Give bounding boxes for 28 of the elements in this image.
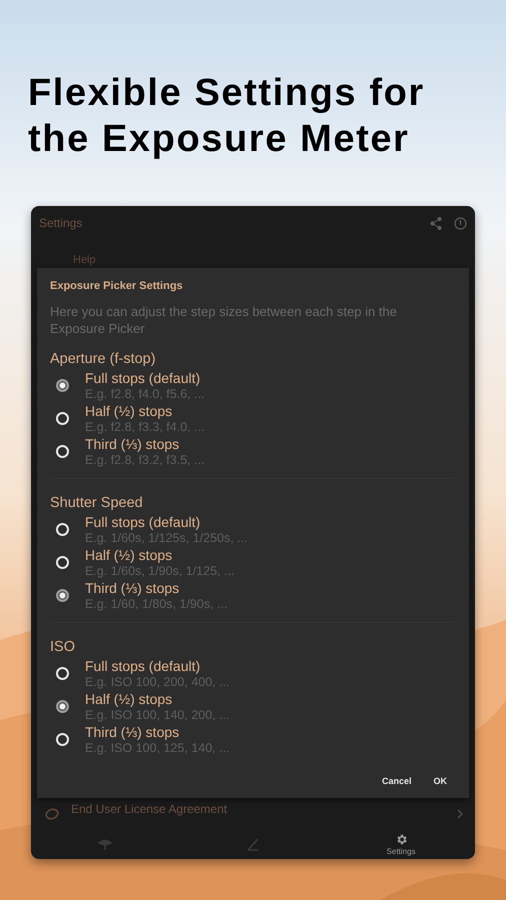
app-bar-title: Settings: [39, 216, 84, 230]
list-item-title: Help: [73, 254, 96, 266]
info-icon[interactable]: [454, 216, 467, 230]
option-label: Full stops (default): [85, 658, 202, 674]
headline: Flexible Settings for the Exposure Meter: [28, 71, 426, 162]
diagonal-line-icon: [246, 838, 260, 852]
settings-icon: [394, 833, 408, 846]
group-title: Aperture (f-stop): [50, 351, 157, 367]
share-icon[interactable]: [430, 216, 442, 230]
option-label: Third (⅓) stops: [85, 724, 180, 740]
radio-button[interactable]: [56, 379, 69, 392]
option-label: Half (½) stops: [85, 690, 174, 706]
option-label: Full stops (default): [85, 514, 202, 530]
group-title: Shutter Speed: [50, 495, 144, 511]
ok-button[interactable]: OK: [430, 772, 451, 790]
option-label: Third (⅓) stops: [85, 580, 180, 596]
radio-button[interactable]: [56, 700, 69, 713]
option-label: Half (½) stops: [85, 546, 174, 562]
option-label: Full stops (default): [85, 370, 202, 386]
radio-button[interactable]: [56, 589, 69, 602]
dialog-title: Exposure Picker Settings: [50, 280, 184, 292]
cancel-button[interactable]: Cancel: [378, 772, 416, 790]
group-title: ISO: [50, 639, 76, 655]
dialog-description: Here you can adjust the step sizes between each step in the Exposure Picker: [50, 303, 398, 337]
chevron-right-icon: [457, 809, 463, 819]
nav-item[interactable]: Settings: [381, 833, 421, 856]
option-label: Third (⅓) stops: [85, 436, 180, 452]
option-label: Half (½) stops: [85, 402, 174, 418]
